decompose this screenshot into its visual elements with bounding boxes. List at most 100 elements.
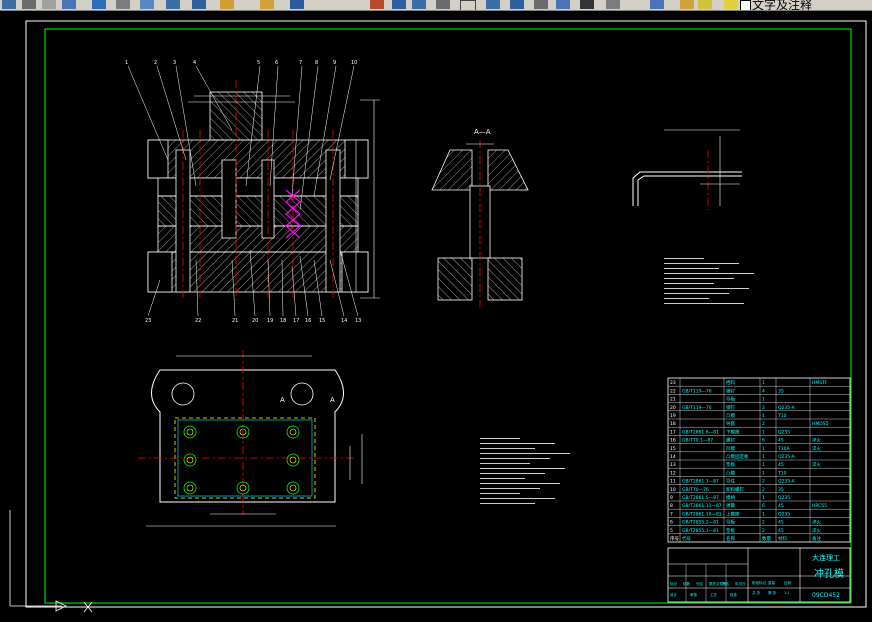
pan-icon[interactable] (192, 0, 206, 9)
bom-cell: 1 (762, 511, 765, 517)
bom-cell: 凸模 (726, 469, 735, 476)
bom-cell: 17 (670, 429, 676, 435)
bolt-hole (183, 425, 197, 439)
bom-cell: 1 (762, 380, 765, 386)
bom-cell: GB/T2861.11—87 (682, 503, 722, 509)
bom-cell: 22 (670, 388, 676, 394)
bom-cell: 1 (762, 413, 765, 419)
bom-cell: 1 (762, 462, 765, 468)
paste-icon[interactable] (92, 0, 106, 9)
section-a-a-view: A—A (431, 128, 529, 310)
cad-drawing-canvas[interactable]: 1 2 3 4 5 6 7 8 9 10 23 22 21 20 19 18 17 16 15 14 13 A—A (0, 10, 872, 622)
layer-manager-icon[interactable] (534, 0, 548, 9)
bom-cell: 导套 (726, 420, 735, 427)
callout-number-bottom: 20 (252, 318, 258, 324)
bom-cell: 14 (670, 454, 676, 460)
bom-cell: 13 (670, 462, 676, 468)
bom-header-cell: 备注 (812, 535, 821, 542)
section-label: A—A (474, 128, 491, 136)
layer-state-icon[interactable] (680, 0, 694, 9)
title-misc-cell: 共 张 (752, 590, 761, 595)
bom-cell: 45 (778, 528, 784, 534)
callout-number-top: 7 (299, 60, 302, 66)
bom-cell: 导板 (726, 396, 735, 403)
title-misc-cell: 重量 (768, 580, 776, 585)
bolt-hole (286, 425, 300, 439)
zoom-previous-icon[interactable] (290, 0, 304, 9)
bolt-hole-inner (186, 484, 194, 492)
bom-cell: 45 (778, 520, 784, 526)
bom-cell: 21 (670, 397, 676, 403)
callout-number-bottom: 22 (195, 318, 201, 324)
zoom-realtime-icon[interactable] (220, 0, 234, 9)
callout-number-top: 5 (257, 60, 260, 66)
bolt-hole-inner (186, 428, 194, 436)
bom-cell: 9 (670, 495, 673, 501)
save-icon[interactable] (2, 0, 16, 9)
grid-icon[interactable] (580, 0, 594, 9)
redo-icon[interactable] (166, 0, 180, 9)
ucs-icon (9, 510, 93, 613)
bolt-hole-inner (289, 428, 297, 436)
bom-cell: 1 (762, 495, 765, 501)
bom-cell: 1 (762, 446, 765, 452)
bom-cell: GB/T2861.6—81 (682, 429, 719, 435)
note-line (664, 293, 729, 294)
note-line (480, 443, 555, 444)
layer-on-icon[interactable] (698, 0, 712, 9)
callout-number-top: 1 (125, 60, 128, 66)
bom-cell: GB/T2861.5—87 (682, 495, 719, 501)
bom-cell: 5 (670, 528, 673, 534)
bom-cell: GB/T2861.1—87 (682, 479, 719, 485)
bom-cell: 1 (762, 454, 765, 460)
zoom-window-icon[interactable] (260, 0, 274, 9)
block-icon[interactable] (556, 0, 570, 9)
callout-number-bottom: 16 (305, 318, 311, 324)
bom-cell: 上模座 (726, 510, 740, 517)
print-icon[interactable] (22, 0, 36, 9)
bom-cell: 凸模固定板 (726, 453, 749, 460)
bom-cell: 导柱 (726, 478, 735, 485)
note-line (480, 438, 520, 439)
bom-cell: 垫板 (726, 527, 735, 534)
note-line (480, 493, 520, 494)
design-center-icon[interactable] (392, 0, 406, 9)
title-role-cell: 设计 (670, 592, 678, 597)
bom-cell: 6 (762, 503, 765, 509)
bom-cell: 2 (762, 520, 765, 526)
bom-table: 23 挡料 1 HMSTF22 GB/T119—76 销钉 4 3521 导板 120 GB/T11… (667, 377, 851, 543)
layers-icon[interactable] (650, 0, 664, 9)
bom-header-cell: 材料 (778, 535, 787, 542)
cut-icon[interactable] (42, 0, 56, 9)
title-sign-cell: 年月日 (735, 581, 746, 586)
properties-icon[interactable] (370, 0, 384, 9)
note-line (480, 478, 525, 479)
bom-header-cell: 序号 (670, 535, 679, 542)
note-line (664, 258, 704, 259)
markup-icon[interactable] (436, 0, 450, 9)
callout-number-top: 8 (315, 60, 318, 66)
bom-cell: 12 (670, 470, 676, 476)
tool-palettes-icon[interactable] (412, 0, 426, 9)
layer-color-icon[interactable] (724, 0, 738, 9)
dim-style-icon[interactable] (486, 0, 500, 9)
copy-icon[interactable] (62, 0, 76, 9)
undo-icon[interactable] (140, 0, 154, 9)
note-line (480, 503, 535, 504)
outer-frame (25, 20, 867, 608)
note-line (664, 303, 744, 304)
table-style-icon[interactable] (510, 0, 524, 9)
help-icon[interactable] (606, 0, 620, 9)
bolt-hole (286, 481, 300, 495)
callout-number-top: 4 (193, 60, 196, 66)
bom-cell: 45 (778, 438, 784, 444)
bolt-hole (183, 453, 197, 467)
bom-cell: 20 (670, 405, 676, 411)
match-properties-icon[interactable] (116, 0, 130, 9)
bom-cell: 2 (762, 421, 765, 427)
title-misc-cell: 1:1 (784, 591, 790, 595)
plan-view: A A (138, 350, 363, 527)
bom-cell: Q235 (778, 495, 790, 501)
callout-number-top: 3 (173, 60, 176, 66)
title-sign-cell: 标记 (670, 581, 678, 586)
